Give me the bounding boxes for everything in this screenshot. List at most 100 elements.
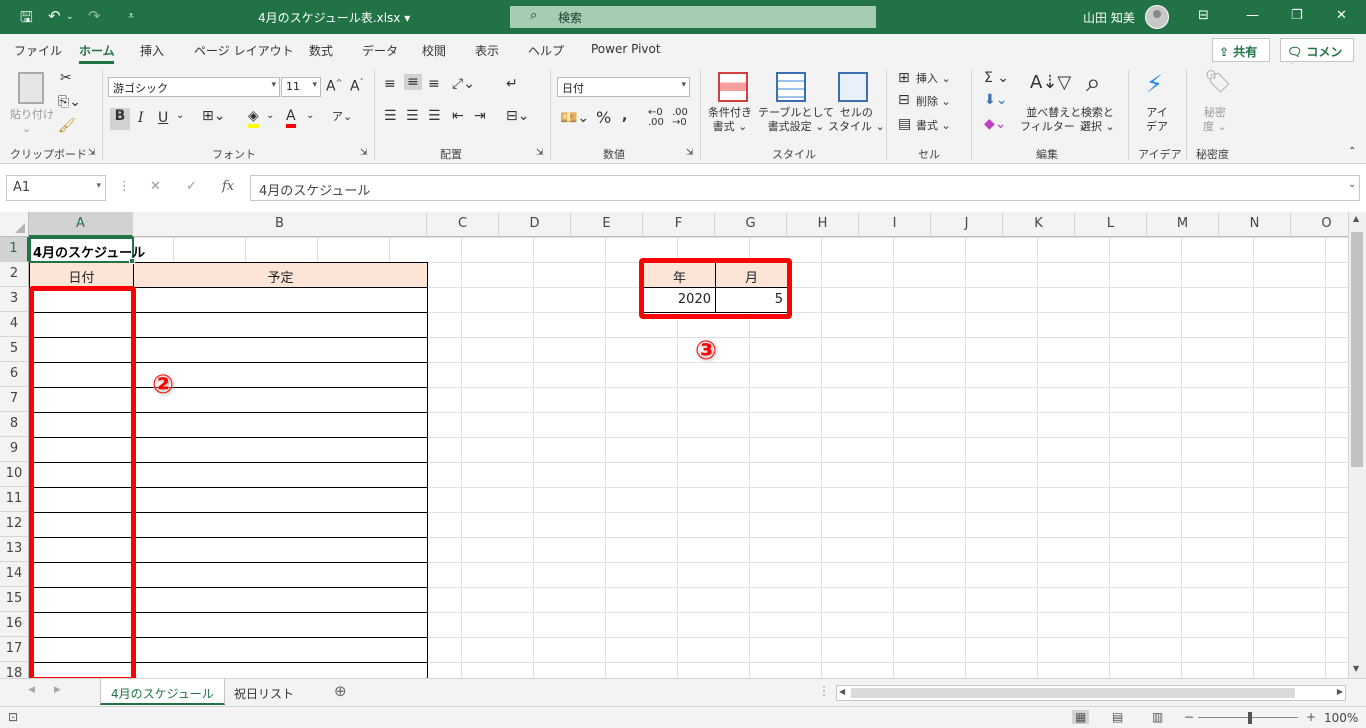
- formula-input[interactable]: 4月のスケジュール: [250, 175, 1360, 201]
- column-header-m[interactable]: M: [1147, 212, 1219, 237]
- zoom-out-icon[interactable]: −: [1184, 710, 1194, 724]
- customize-toolbar-icon[interactable]: ⩡: [128, 9, 134, 23]
- undo-dropdown-icon[interactable]: ⌄: [66, 12, 74, 22]
- insert-cells-button[interactable]: 挿入 ⌄: [916, 72, 951, 86]
- table-row[interactable]: [133, 537, 428, 563]
- ribbon-display-options-icon[interactable]: ⊟: [1198, 8, 1209, 23]
- delete-cells-button[interactable]: 削除 ⌄: [916, 95, 951, 109]
- save-icon[interactable]: 🖫: [20, 7, 33, 32]
- macro-recording-icon[interactable]: ⊡: [8, 710, 18, 724]
- row-header-15[interactable]: 15: [0, 587, 29, 612]
- column-header-i[interactable]: I: [859, 212, 931, 237]
- close-icon[interactable]: ✕: [1336, 8, 1347, 23]
- tab-view[interactable]: 表示: [475, 42, 499, 59]
- fill-color-icon[interactable]: ◈: [248, 108, 259, 128]
- row-header-17[interactable]: 17: [0, 637, 29, 662]
- cell-styles-label[interactable]: セルの スタイル ⌄: [828, 106, 885, 134]
- number-format-combo[interactable]: 日付 ▾: [557, 77, 690, 97]
- row-header-18[interactable]: 18: [0, 662, 29, 678]
- cut-icon[interactable]: ✂: [60, 70, 72, 86]
- user-name[interactable]: 山田 知美: [1083, 9, 1135, 26]
- share-button[interactable]: ⇪ 共有: [1212, 38, 1270, 62]
- font-color-icon[interactable]: A: [286, 108, 296, 128]
- row-header-10[interactable]: 10: [0, 462, 29, 487]
- alignment-launcher-icon[interactable]: ⇲: [536, 146, 544, 160]
- find-select-icon[interactable]: ⌕: [1086, 68, 1101, 99]
- clipboard-launcher-icon[interactable]: ⇲: [88, 146, 96, 160]
- merge-center-icon[interactable]: ⊟⌄: [506, 108, 529, 124]
- font-color-dropdown-icon[interactable]: ⌄: [306, 110, 314, 121]
- insert-cells-icon[interactable]: ⊞: [898, 70, 910, 86]
- scroll-up-icon[interactable]: ▲: [1353, 214, 1359, 223]
- sheet-tab-holiday-list[interactable]: 祝日リスト: [224, 679, 304, 705]
- sensitivity-label[interactable]: 秘密度 ⌄: [1203, 106, 1227, 134]
- tab-power-pivot[interactable]: Power Pivot: [591, 42, 661, 56]
- cell-styles-icon[interactable]: [838, 72, 868, 102]
- conditional-formatting-label[interactable]: 条件付き 書式 ⌄: [708, 106, 752, 134]
- tab-review[interactable]: 校閲: [422, 42, 446, 59]
- minimize-icon[interactable]: —: [1246, 8, 1259, 23]
- font-name-combo[interactable]: 游ゴシック ▾: [108, 77, 280, 97]
- sheet-tab-april-schedule[interactable]: 4月のスケジュール: [100, 679, 225, 705]
- column-header-h[interactable]: H: [787, 212, 859, 237]
- table-row[interactable]: [133, 337, 428, 363]
- table-row[interactable]: [133, 412, 428, 438]
- format-painter-icon[interactable]: 🖌: [58, 118, 76, 134]
- tab-home[interactable]: ホーム: [79, 42, 115, 59]
- table-row[interactable]: [133, 487, 428, 513]
- tab-page-layout[interactable]: ページ レイアウト: [194, 42, 294, 59]
- column-header-l[interactable]: L: [1075, 212, 1147, 237]
- horizontal-scroll-thumb[interactable]: [851, 688, 1295, 698]
- column-header-a[interactable]: A: [29, 212, 133, 237]
- table-row[interactable]: [133, 562, 428, 588]
- vertical-scroll-thumb[interactable]: [1351, 232, 1363, 467]
- fill-icon[interactable]: ⬇⌄: [984, 92, 1007, 108]
- row-header-13[interactable]: 13: [0, 537, 29, 562]
- row-header-5[interactable]: 5: [0, 337, 29, 362]
- previous-sheet-icon[interactable]: ◀: [28, 685, 35, 695]
- normal-view-icon[interactable]: ▦: [1072, 710, 1090, 724]
- decrease-indent-icon[interactable]: ⇤: [452, 108, 464, 124]
- table-row[interactable]: [133, 587, 428, 613]
- row-header-14[interactable]: 14: [0, 562, 29, 587]
- format-cells-icon[interactable]: ▤: [898, 116, 911, 132]
- align-center-icon[interactable]: ☰: [406, 108, 419, 124]
- table-row[interactable]: [133, 612, 428, 638]
- table-row[interactable]: [133, 662, 428, 678]
- tab-help[interactable]: ヘルプ: [528, 42, 564, 59]
- column-header-j[interactable]: J: [931, 212, 1003, 237]
- tab-insert[interactable]: 挿入: [140, 42, 164, 59]
- row-header-12[interactable]: 12: [0, 512, 29, 537]
- page-layout-view-icon[interactable]: ▤: [1112, 710, 1123, 724]
- increase-indent-icon[interactable]: ⇥: [474, 108, 486, 124]
- font-size-combo[interactable]: 11 ▾: [281, 77, 321, 97]
- redo-icon[interactable]: ↷: [88, 7, 101, 25]
- align-middle-icon[interactable]: ≡: [404, 74, 422, 90]
- row-header-1[interactable]: 1: [0, 237, 29, 262]
- table-row[interactable]: [133, 312, 428, 338]
- table-row[interactable]: [133, 512, 428, 538]
- table-row[interactable]: [133, 362, 428, 388]
- bold-icon[interactable]: B: [110, 108, 130, 130]
- expand-formula-bar-icon[interactable]: ⌄: [1348, 179, 1356, 190]
- align-right-icon[interactable]: ☰: [428, 108, 441, 124]
- column-header-d[interactable]: D: [499, 212, 571, 237]
- delete-cells-icon[interactable]: ⊟: [898, 92, 910, 108]
- column-header-c[interactable]: C: [427, 212, 499, 237]
- autosum-icon[interactable]: Σ ⌄: [984, 70, 1009, 86]
- column-header-n[interactable]: N: [1219, 212, 1291, 237]
- tab-formulas[interactable]: 数式: [309, 42, 333, 59]
- row-header-16[interactable]: 16: [0, 612, 29, 637]
- row-header-11[interactable]: 11: [0, 487, 29, 512]
- percent-icon[interactable]: %: [596, 108, 611, 127]
- column-header-k[interactable]: K: [1003, 212, 1075, 237]
- scroll-down-icon[interactable]: ▼: [1353, 664, 1359, 673]
- sensitivity-icon[interactable]: 🏷: [1204, 70, 1232, 95]
- column-header-o[interactable]: O: [1291, 212, 1348, 237]
- column-header-b[interactable]: B: [133, 212, 427, 237]
- window-title[interactable]: 4月のスケジュール表.xlsx ▾: [258, 9, 410, 26]
- row-header-6[interactable]: 6: [0, 362, 29, 387]
- paste-label[interactable]: 貼り付け: [10, 108, 54, 122]
- horizontal-scrollbar[interactable]: ◀ ▶: [836, 685, 1346, 701]
- align-top-icon[interactable]: ≡: [384, 76, 396, 92]
